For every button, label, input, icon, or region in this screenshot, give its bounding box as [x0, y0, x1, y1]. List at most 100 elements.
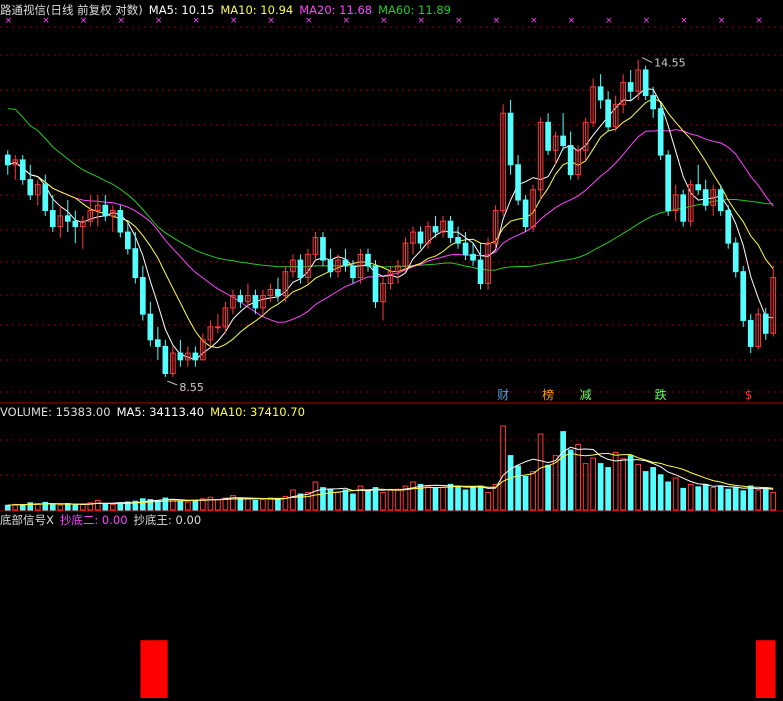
volume-bar	[665, 481, 672, 511]
candle-body	[567, 145, 574, 176]
volume-bar	[732, 487, 739, 511]
volume-bar	[342, 489, 349, 511]
top-mark: ×	[380, 16, 388, 26]
volume-bar	[747, 485, 754, 511]
stock-chart: 14.55 8.55 × × × × × × × × × × × × × × × × × × × × × 财 榜 减 跌 $	[0, 16, 783, 698]
volume-bar	[109, 503, 116, 511]
volume-bar	[545, 464, 551, 511]
candle-body	[19, 159, 26, 181]
ma60-label: MA60: 11.89	[378, 3, 451, 17]
volume-bar	[680, 487, 687, 511]
volume-bar	[4, 504, 11, 511]
top-mark: ×	[342, 16, 350, 26]
volume-bar	[432, 487, 439, 511]
candle-body	[117, 210, 124, 233]
volume-bar	[237, 497, 244, 511]
signal-bar	[755, 640, 776, 698]
low-marker: 8.55	[179, 381, 204, 394]
candle-body	[140, 277, 146, 315]
top-mark: ×	[267, 16, 275, 26]
candle-body	[275, 289, 281, 297]
candle-body	[125, 231, 131, 250]
volume-bar	[297, 493, 304, 511]
candle-body	[747, 319, 754, 347]
volume-bar	[267, 497, 274, 511]
top-mark: ×	[755, 16, 763, 26]
top-mark: ×	[493, 16, 501, 26]
candle-body	[717, 189, 724, 212]
candle-body	[545, 121, 551, 151]
event-annotation: 减	[580, 388, 592, 402]
volume-bar	[762, 487, 769, 511]
volume-bar	[567, 449, 574, 511]
candle-body	[177, 352, 184, 361]
volume-bar	[350, 493, 356, 511]
ma5-label: MA5: 10.15	[148, 3, 215, 17]
candle-body	[372, 265, 379, 303]
volume-bar	[380, 491, 386, 511]
volume-bar	[64, 503, 71, 511]
volume-bar	[140, 498, 146, 511]
volume-bar	[470, 487, 476, 511]
volume-bar	[275, 498, 281, 511]
volume-bar	[387, 489, 394, 511]
volume-bar	[522, 475, 529, 511]
volume-bar	[605, 467, 611, 511]
candle-body	[252, 295, 259, 309]
top-mark: ×	[643, 16, 651, 26]
candle-body	[762, 313, 769, 334]
vol-ma5-label: MA5: 34113.40	[116, 405, 205, 419]
volume-bar	[507, 455, 514, 511]
volume-bar	[650, 467, 656, 511]
candle-body	[327, 259, 334, 273]
candle-body	[342, 259, 349, 267]
candle-body	[732, 242, 739, 273]
volume-legend: VOLUME: 15383.00 MA5: 34113.40 MA10: 37410…	[0, 405, 311, 419]
volume-bar	[177, 500, 184, 511]
top-mark: ×	[568, 16, 576, 26]
volume-bar	[49, 503, 56, 511]
volume-bar	[620, 458, 626, 511]
top-mark: ×	[80, 16, 88, 26]
volume-bar	[642, 471, 649, 511]
candle-body	[447, 220, 454, 239]
candle-body	[297, 259, 304, 279]
volume-bar	[687, 483, 694, 511]
volume-bar	[447, 483, 454, 511]
candle-body	[102, 204, 109, 217]
volume-bar	[695, 486, 702, 511]
top-mark: ×	[530, 16, 538, 26]
volume-bar	[365, 490, 371, 511]
volume-bar	[94, 499, 101, 511]
candle-body	[320, 237, 326, 261]
candle-body	[515, 164, 521, 201]
candle-body	[455, 237, 461, 244]
candle-body	[417, 231, 424, 244]
volume-bar	[19, 504, 26, 511]
candle-body	[695, 184, 702, 191]
volume-bar	[395, 488, 401, 511]
volume-bar	[425, 485, 431, 511]
candle-body	[237, 295, 244, 303]
volume-bar	[702, 483, 709, 511]
volume-bar	[710, 487, 717, 511]
candle-body	[665, 154, 672, 212]
high-marker: 14.55	[654, 57, 686, 70]
volume-bar	[627, 455, 634, 511]
top-mark: ×	[455, 16, 463, 26]
volume-bar	[320, 487, 326, 511]
volume-bar	[185, 501, 191, 511]
candle-body	[627, 82, 634, 92]
candle-body	[462, 242, 469, 255]
candle-body	[597, 86, 604, 101]
volume-bar	[657, 474, 664, 511]
event-annotation: 跌	[655, 387, 667, 402]
candle-body	[522, 199, 529, 228]
candle-body	[4, 154, 11, 166]
volume-bar	[57, 504, 64, 511]
volume-bar	[560, 431, 566, 511]
top-mark: ×	[718, 16, 726, 26]
signal-label-2: 抄底王: 0.00	[133, 513, 202, 527]
volume-bar	[440, 487, 446, 511]
volume-bar	[410, 481, 416, 511]
